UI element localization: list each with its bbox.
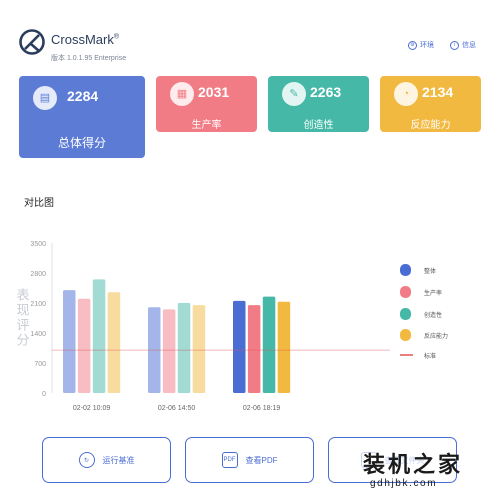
document-icon: ▦ [170, 82, 194, 106]
run-benchmark-button[interactable]: ↻ 运行基准 [42, 437, 171, 483]
legend-swatch [400, 308, 411, 320]
card-productivity[interactable]: ▦ 2031 生产率 [156, 76, 257, 132]
clipboard-icon: ▤ [33, 86, 57, 110]
brush-icon: ✎ [282, 82, 306, 106]
watermark-url: gdhjbk.com [370, 478, 438, 489]
legend-label: 创造性 [424, 311, 442, 319]
bar-0-0 [63, 290, 76, 393]
y-tick-label: 2800 [30, 271, 46, 278]
y-tick-label: 700 [34, 361, 46, 368]
legend-swatch [400, 264, 411, 276]
legend-swatch [400, 286, 411, 298]
bar-2-3 [277, 301, 291, 393]
legend-label: 标准 [424, 352, 436, 360]
legend-label: 生产率 [424, 289, 442, 297]
bar-2-0 [233, 300, 246, 393]
info-icon: i [450, 40, 459, 50]
overall-score: 2284 [67, 88, 99, 104]
y-tick-label: 1400 [30, 331, 46, 338]
legend-label: 整体 [424, 267, 436, 275]
bar-1-1 [162, 309, 176, 393]
creativity-label: 创造性 [303, 120, 334, 131]
app-name: CrossMark® [51, 32, 120, 47]
y-tick-label: 3500 [30, 241, 46, 248]
comparison-chart: 表现评分 3500 2800 2100 1400 700 0 02-02 10:09 02-06… [15, 241, 449, 412]
bar-1-3 [192, 305, 206, 393]
comparison-chart-title: 对比图 [24, 198, 54, 209]
gauge-icon: ◔ [394, 82, 418, 106]
app-header: CrossMark® 版本 1.0.1.95 Enterprise ⚙ 环境 i… [0, 0, 500, 70]
bar-2-1 [247, 305, 261, 393]
bar-2-2 [262, 296, 276, 393]
gear-icon: ⚙ [408, 40, 417, 50]
refresh-clock-icon: ↻ [78, 452, 95, 468]
app-version: 版本 1.0.1.95 Enterprise [51, 55, 127, 62]
bar-1-2 [177, 303, 191, 393]
x-tick-label: 02-06 18:19 [243, 405, 280, 412]
view-pdf-button[interactable]: PDF 查看PDF [185, 437, 314, 483]
productivity-label: 生产率 [191, 120, 222, 131]
bar-0-1 [77, 298, 91, 393]
y-axis-label: 表现评分 [15, 288, 30, 348]
environment-label: 环境 [420, 42, 434, 49]
watermark-text: 装机之家 [363, 452, 464, 477]
bar-0-2 [92, 279, 106, 393]
legend-label: 反应能力 [424, 332, 448, 340]
responsiveness-score: 2134 [422, 84, 454, 100]
environment-link[interactable]: ⚙ 环境 [408, 40, 434, 50]
bar-0-3 [107, 292, 121, 393]
y-tick-label: 0 [42, 391, 46, 398]
pdf-icon: PDF [221, 452, 238, 468]
creativity-score: 2263 [310, 84, 342, 100]
x-tick-label: 02-06 14:50 [158, 405, 195, 412]
info-label: 信息 [462, 42, 476, 49]
crossmark-logo [19, 29, 45, 55]
legend-swatch [400, 329, 411, 341]
card-creativity[interactable]: ✎ 2263 创造性 [268, 76, 369, 132]
card-responsiveness[interactable]: ◔ 2134 反应能力 [380, 76, 481, 132]
productivity-score: 2031 [198, 84, 230, 100]
info-link[interactable]: i 信息 [450, 40, 476, 50]
overall-label: 总体得分 [57, 136, 106, 150]
responsiveness-label: 反应能力 [410, 120, 451, 131]
x-tick-label: 02-02 10:09 [73, 405, 110, 412]
view-pdf-label: 查看PDF [245, 455, 278, 465]
card-overall[interactable]: ▤ 2284 总体得分 [19, 76, 145, 158]
run-benchmark-label: 运行基准 [102, 455, 135, 465]
y-tick-label: 2100 [30, 301, 46, 308]
